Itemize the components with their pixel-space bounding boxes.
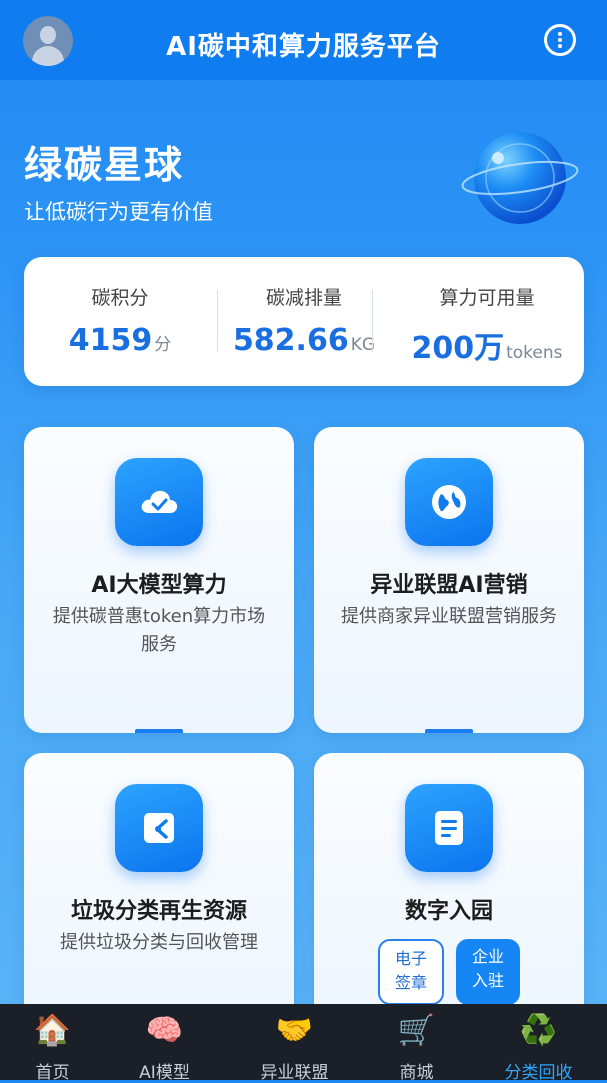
stat-label: 碳减排量 bbox=[265, 287, 342, 309]
globe-icon bbox=[405, 458, 493, 546]
stat-number: 4159 bbox=[68, 323, 153, 358]
planet-globe-icon bbox=[461, 132, 579, 224]
handshake-icon: 🤝 bbox=[275, 1013, 314, 1048]
card-indicator bbox=[425, 729, 473, 733]
tab-mall[interactable]: 🛒 商城 bbox=[356, 1004, 477, 1083]
enterprise-onboarding-button[interactable]: 企业 入驻 bbox=[456, 939, 520, 1005]
hero-subtitle: 让低碳行为更有价值 bbox=[24, 200, 213, 224]
stat-carbon-reduction[interactable]: 碳减排量 582.66 KG bbox=[218, 257, 390, 386]
stat-value: 200万 tokens bbox=[390, 323, 584, 367]
stat-label: 碳积分 bbox=[91, 287, 149, 309]
stat-value: 582.66 KG bbox=[218, 323, 390, 358]
stat-number: 582.66 bbox=[232, 323, 349, 358]
stat-number: 200万 bbox=[411, 331, 505, 366]
stat-compute-available[interactable]: 算力可用量 200万 tokens bbox=[390, 257, 584, 386]
recycle-bin-icon bbox=[115, 784, 203, 872]
card-description: 提供碳普惠token算力市场服务 bbox=[52, 606, 266, 655]
card-ai-model-compute[interactable]: AI大模型算力 提供碳普惠token算力市场服务 bbox=[24, 427, 294, 733]
home-icon: 🏠 bbox=[33, 1013, 72, 1048]
app-title: AI碳中和算力服务平台 bbox=[166, 32, 441, 62]
more-vertical-icon[interactable] bbox=[544, 24, 576, 56]
stat-carbon-points[interactable]: 碳积分 4159 分 bbox=[24, 257, 216, 386]
card-indicator bbox=[135, 729, 183, 733]
card-digital-park[interactable]: 数字入园 电子 签章 企业 入驻 bbox=[314, 753, 584, 1023]
card-waste-sorting[interactable]: 垃圾分类再生资源 提供垃圾分类与回收管理 bbox=[24, 753, 294, 1023]
tab-label: 首页 bbox=[35, 1063, 70, 1083]
card-description: 提供商家异业联盟营销服务 bbox=[341, 606, 557, 627]
tab-label: 商城 bbox=[399, 1063, 434, 1083]
tab-label: 分类回收 bbox=[504, 1063, 573, 1083]
shopping-cart-icon: 🛒 bbox=[397, 1013, 436, 1048]
stat-unit: tokens bbox=[506, 343, 563, 363]
card-title: 异业联盟AI营销 bbox=[370, 573, 528, 598]
hero-title: 绿碳星球 bbox=[24, 143, 185, 187]
e-signature-button[interactable]: 电子 签章 bbox=[378, 939, 444, 1005]
top-bar: AI碳中和算力服务平台 bbox=[0, 0, 607, 80]
card-description: 提供垃圾分类与回收管理 bbox=[60, 932, 258, 953]
stats-panel: 碳积分 4159 分 碳减排量 582.66 KG 算力可用量 200万 tokens bbox=[24, 257, 584, 386]
stat-value: 4159 分 bbox=[24, 323, 216, 358]
tab-home[interactable]: 🏠 首页 bbox=[0, 1004, 113, 1083]
card-title: 数字入园 bbox=[404, 899, 493, 924]
tab-label: AI模型 bbox=[139, 1063, 190, 1083]
tab-label: 异业联盟 bbox=[260, 1063, 329, 1083]
stat-label: 算力可用量 bbox=[439, 287, 535, 309]
tab-ai-model[interactable]: 🧠 AI模型 bbox=[104, 1004, 225, 1083]
brain-icon: 🧠 bbox=[145, 1013, 184, 1048]
stat-unit: 分 bbox=[154, 335, 172, 355]
bottom-tab-bar: 🏠 首页 🧠 AI模型 🤝 异业联盟 🛒 商城 ♻️ 分类回收 bbox=[0, 1004, 607, 1083]
stat-divider bbox=[372, 290, 373, 352]
card-title: AI大模型算力 bbox=[91, 573, 227, 598]
cloud-check-icon bbox=[115, 458, 203, 546]
tab-alliance[interactable]: 🤝 异业联盟 bbox=[234, 1004, 355, 1083]
recycle-icon: ♻️ bbox=[519, 1013, 558, 1048]
card-title: 垃圾分类再生资源 bbox=[70, 899, 247, 924]
document-icon bbox=[405, 784, 493, 872]
tab-recycling[interactable]: ♻️ 分类回收 bbox=[478, 1004, 599, 1083]
card-alliance-marketing[interactable]: 异业联盟AI营销 提供商家异业联盟营销服务 bbox=[314, 427, 584, 733]
